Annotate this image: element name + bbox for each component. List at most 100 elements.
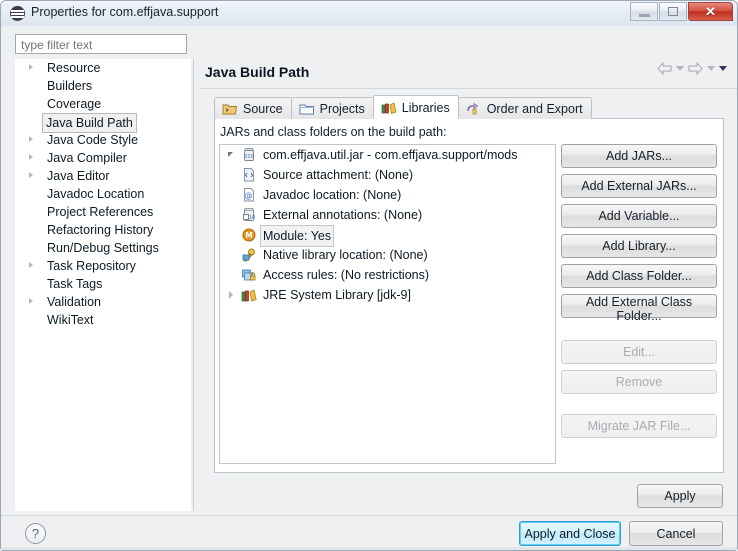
maximize-button[interactable] <box>659 2 687 21</box>
sidebar-item-project-references[interactable]: Project References <box>15 203 191 221</box>
sidebar-item-label: Java Code Style <box>47 133 139 147</box>
sidebar-item-task-repository[interactable]: Task Repository <box>15 257 191 275</box>
add-variable-button[interactable]: Add Variable... <box>561 204 717 228</box>
sidebar-item-label: Java Build Path <box>42 113 137 133</box>
close-button[interactable]: ✕ <box>688 2 733 21</box>
tree-divider <box>193 59 194 511</box>
forward-menu-chevron-down-icon[interactable] <box>707 66 715 71</box>
sidebar-item-label: Run/Debug Settings <box>47 241 159 255</box>
tree-row[interactable]: JRE System Library [jdk-9] <box>220 285 555 305</box>
sidebar-item-coverage[interactable]: Coverage <box>15 95 191 113</box>
apply-row: Apply <box>1 478 737 514</box>
sidebar-item-java-build-path[interactable]: Java Build Path <box>15 113 191 133</box>
javadoc-icon: @ <box>241 187 257 203</box>
forward-arrow-icon[interactable] <box>688 62 703 75</box>
source-attachment-icon <box>241 167 257 183</box>
tree-row-label: Module: Yes <box>260 225 335 247</box>
expand-chevron-right-icon[interactable] <box>29 154 33 160</box>
apply-button[interactable]: Apply <box>637 484 723 508</box>
tree-row-label: Native library location: (None) <box>263 248 428 262</box>
title-bar: Properties for com.effjava.support ✕ <box>1 1 737 26</box>
dialog-footer: ? Apply and Close Cancel <box>1 516 737 550</box>
help-icon[interactable]: ? <box>25 523 46 544</box>
page-title: Java Build Path <box>205 64 310 80</box>
sidebar-item-builders[interactable]: Builders <box>15 77 191 95</box>
sidebar-item-label: Javadoc Location <box>47 187 145 201</box>
tab-label: Libraries <box>401 100 450 115</box>
maximize-icon <box>668 7 678 16</box>
expand-chevron-right-icon[interactable] <box>29 298 33 304</box>
tab-libraries[interactable]: Libraries <box>372 95 459 119</box>
native-library-icon <box>241 247 257 263</box>
sidebar-item-javadoc-location[interactable]: Javadoc Location <box>15 185 191 203</box>
eclipse-properties-icon <box>10 6 25 21</box>
remove-button: Remove <box>561 370 717 394</box>
libraries-hint: JARs and class folders on the build path… <box>220 125 447 139</box>
project-folder-icon <box>299 102 315 116</box>
page-navigation <box>657 62 727 75</box>
tree-row[interactable]: M Module: Yes <box>220 225 555 247</box>
tab-projects[interactable]: Projects <box>290 97 374 119</box>
back-menu-chevron-down-icon[interactable] <box>676 66 684 71</box>
expand-triangle-icon[interactable] <box>229 291 233 299</box>
add-class-folder-button[interactable]: Add Class Folder... <box>561 264 717 288</box>
sidebar-item-wikitext[interactable]: WikiText <box>15 311 191 329</box>
svg-text:M: M <box>245 231 252 240</box>
sidebar-item-resource[interactable]: Resource <box>15 59 191 77</box>
window-title: Properties for com.effjava.support <box>31 5 219 19</box>
sidebar-item-label: Validation <box>47 295 101 309</box>
collapse-triangle-icon[interactable] <box>228 152 233 157</box>
tab-label: Order and Export <box>486 101 583 116</box>
tree-row-label: Javadoc location: (None) <box>263 188 402 202</box>
sidebar-item-java-code-style[interactable]: Java Code Style <box>15 131 191 149</box>
sidebar-item-java-compiler[interactable]: Java Compiler <box>15 149 191 167</box>
tab-label: Source <box>243 101 283 116</box>
tree-row[interactable]: @ Javadoc location: (None) <box>220 185 555 205</box>
settings-tree[interactable]: Resource Builders Coverage Java Build Path J… <box>15 59 191 511</box>
svg-text:010: 010 <box>244 154 254 160</box>
sidebar-item-run-debug-settings[interactable]: Run/Debug Settings <box>15 239 191 257</box>
sidebar-item-label: Resource <box>47 61 101 75</box>
add-external-jars-button[interactable]: Add External JARs... <box>561 174 717 198</box>
bottom-edge <box>1 547 737 550</box>
add-jars-button[interactable]: Add JARs... <box>561 144 717 168</box>
tree-row[interactable]: 010 com.effjava.util.jar - com.effjava.su… <box>220 145 555 165</box>
libraries-tab-panel: JARs and class folders on the build path… <box>214 118 724 473</box>
edit-button: Edit... <box>561 340 717 364</box>
apply-and-close-button[interactable]: Apply and Close <box>519 521 621 546</box>
sidebar-item-label: Coverage <box>47 97 102 111</box>
tree-row-label: JRE System Library [jdk-9] <box>263 288 411 302</box>
tree-row[interactable]: Native library location: (None) <box>220 245 555 265</box>
sidebar-item-validation[interactable]: Validation <box>15 293 191 311</box>
window-controls: ✕ <box>630 2 733 21</box>
sidebar-item-label: Java Compiler <box>47 151 127 165</box>
tab-source[interactable]: Source <box>214 97 292 119</box>
sidebar-item-label: WikiText <box>47 313 94 327</box>
tree-row[interactable]: Access rules: (No restrictions) <box>220 265 555 285</box>
expand-chevron-right-icon[interactable] <box>29 172 33 178</box>
tab-label: Projects <box>319 101 365 116</box>
jar-tree[interactable]: 010 com.effjava.util.jar - com.effjava.su… <box>219 144 556 464</box>
jre-library-icon <box>241 287 257 303</box>
properties-dialog: Properties for com.effjava.support ✕ Res… <box>0 0 738 551</box>
cancel-button[interactable]: Cancel <box>629 521 723 546</box>
sidebar-item-refactoring-history[interactable]: Refactoring History <box>15 221 191 239</box>
sidebar-item-task-tags[interactable]: Task Tags <box>15 275 191 293</box>
expand-chevron-right-icon[interactable] <box>29 262 33 268</box>
sidebar-item-java-editor[interactable]: Java Editor <box>15 167 191 185</box>
back-arrow-icon[interactable] <box>657 62 672 75</box>
sidebar-item-label: Java Editor <box>47 169 110 183</box>
minimize-button[interactable] <box>630 2 658 21</box>
tree-row[interactable]: 010 External annotations: (None) <box>220 205 555 225</box>
add-external-class-folder-button[interactable]: Add External Class Folder... <box>561 294 717 323</box>
page-menu-chevron-down-icon[interactable] <box>719 66 727 71</box>
expand-chevron-right-icon[interactable] <box>29 64 33 70</box>
tree-row[interactable]: Source attachment: (None) <box>220 165 555 185</box>
tree-row-label: Access rules: (No restrictions) <box>263 268 430 282</box>
filter-input[interactable] <box>15 34 187 54</box>
expand-chevron-right-icon[interactable] <box>29 136 33 142</box>
add-library-button[interactable]: Add Library... <box>561 234 717 258</box>
library-actions: Add JARs... Add External JARs... Add Varia… <box>561 144 719 444</box>
tab-order-and-export[interactable]: Order and Export <box>457 97 592 119</box>
build-path-tabs[interactable]: Source Projects Libraries Order and Export <box>214 95 592 119</box>
